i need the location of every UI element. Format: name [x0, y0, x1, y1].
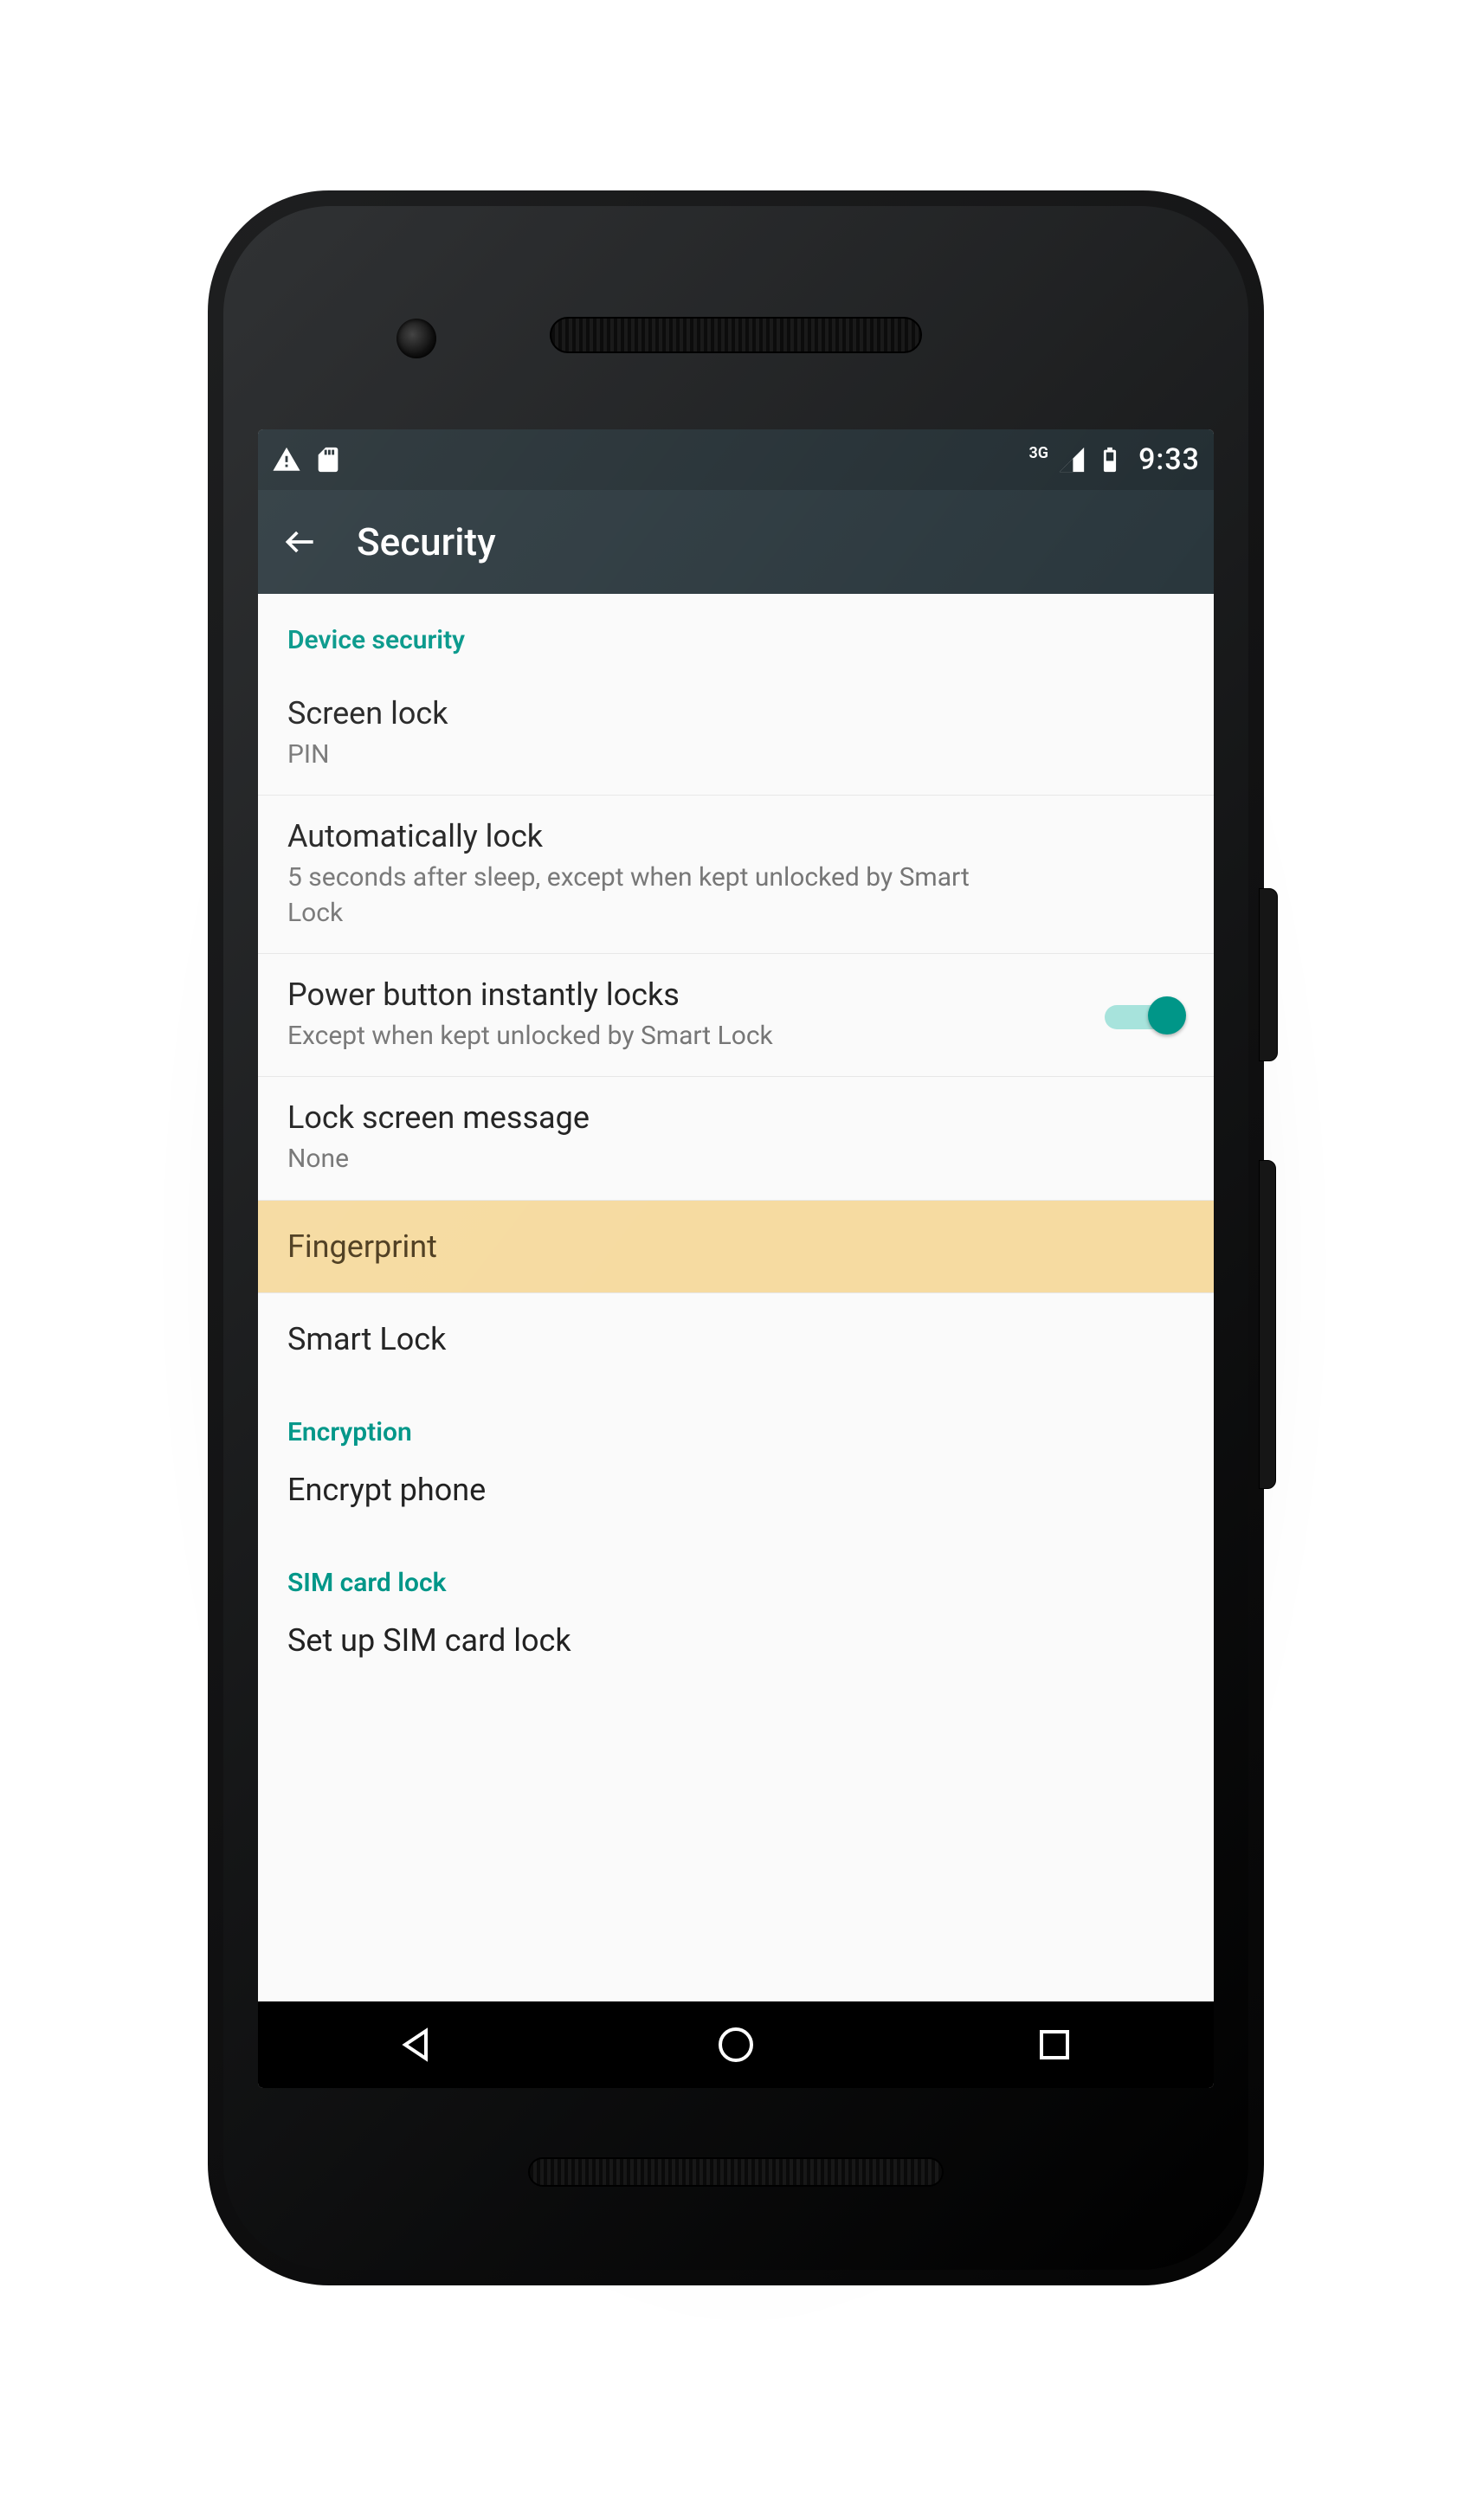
row-value: None — [287, 1142, 997, 1177]
row-title: Power button instantly locks — [287, 975, 1184, 1015]
row-automatically-lock[interactable]: Automatically lock 5 seconds after sleep… — [258, 796, 1214, 954]
page-title: Security — [357, 519, 496, 564]
status-clock: 9:33 — [1138, 442, 1200, 477]
row-title: Encrypt phone — [287, 1470, 1184, 1511]
power-button-hardware — [1259, 888, 1278, 1061]
row-value: PIN — [287, 738, 997, 773]
section-encryption: Encryption — [258, 1386, 1214, 1465]
section-sim-card-lock: SIM card lock — [258, 1537, 1214, 1615]
row-screen-lock[interactable]: Screen lock PIN — [258, 673, 1214, 796]
nav-recent-button[interactable] — [1028, 2019, 1080, 2071]
volume-rocker-hardware — [1259, 1160, 1276, 1489]
row-title: Smart Lock — [287, 1319, 1184, 1360]
row-smart-lock[interactable]: Smart Lock — [258, 1293, 1214, 1386]
phone-body: 3G 9:33 — [208, 190, 1264, 2285]
back-button[interactable] — [279, 520, 322, 564]
row-sim-setup[interactable]: Set up SIM card lock — [258, 1615, 1214, 1679]
row-lock-screen-message[interactable]: Lock screen message None — [258, 1077, 1214, 1200]
screen: 3G 9:33 — [258, 429, 1214, 2088]
section-device-security: Device security — [258, 594, 1214, 673]
row-value: 5 seconds after sleep, except when kept … — [287, 860, 997, 931]
status-bar: 3G 9:33 — [258, 429, 1214, 490]
row-encrypt-phone[interactable]: Encrypt phone — [258, 1465, 1214, 1537]
row-title: Lock screen message — [287, 1098, 1184, 1138]
row-fingerprint[interactable]: Fingerprint — [258, 1201, 1214, 1294]
earpiece-speaker — [550, 317, 922, 353]
front-camera — [397, 319, 436, 358]
network-type-label: 3G — [1029, 438, 1049, 467]
row-value: Except when kept unlocked by Smart Lock — [287, 1019, 997, 1054]
row-power-button-locks[interactable]: Power button instantly locks Except when… — [258, 954, 1214, 1077]
cell-signal-icon — [1057, 445, 1086, 474]
settings-list[interactable]: Device security Screen lock PIN Automati… — [258, 594, 1214, 2001]
warning-icon — [272, 445, 301, 474]
power-button-locks-toggle[interactable] — [1105, 996, 1183, 1034]
sd-card-icon — [313, 445, 343, 474]
row-title: Screen lock — [287, 693, 1184, 734]
nav-back-button[interactable] — [391, 2019, 443, 2071]
row-title: Automatically lock — [287, 816, 1184, 857]
action-bar: Security — [258, 490, 1214, 594]
row-title: Fingerprint — [287, 1227, 1184, 1267]
navigation-bar — [258, 2001, 1214, 2088]
battery-icon — [1095, 445, 1125, 474]
row-title: Set up SIM card lock — [287, 1621, 1184, 1661]
bottom-speaker — [528, 2157, 944, 2187]
nav-home-button[interactable] — [710, 2019, 762, 2071]
